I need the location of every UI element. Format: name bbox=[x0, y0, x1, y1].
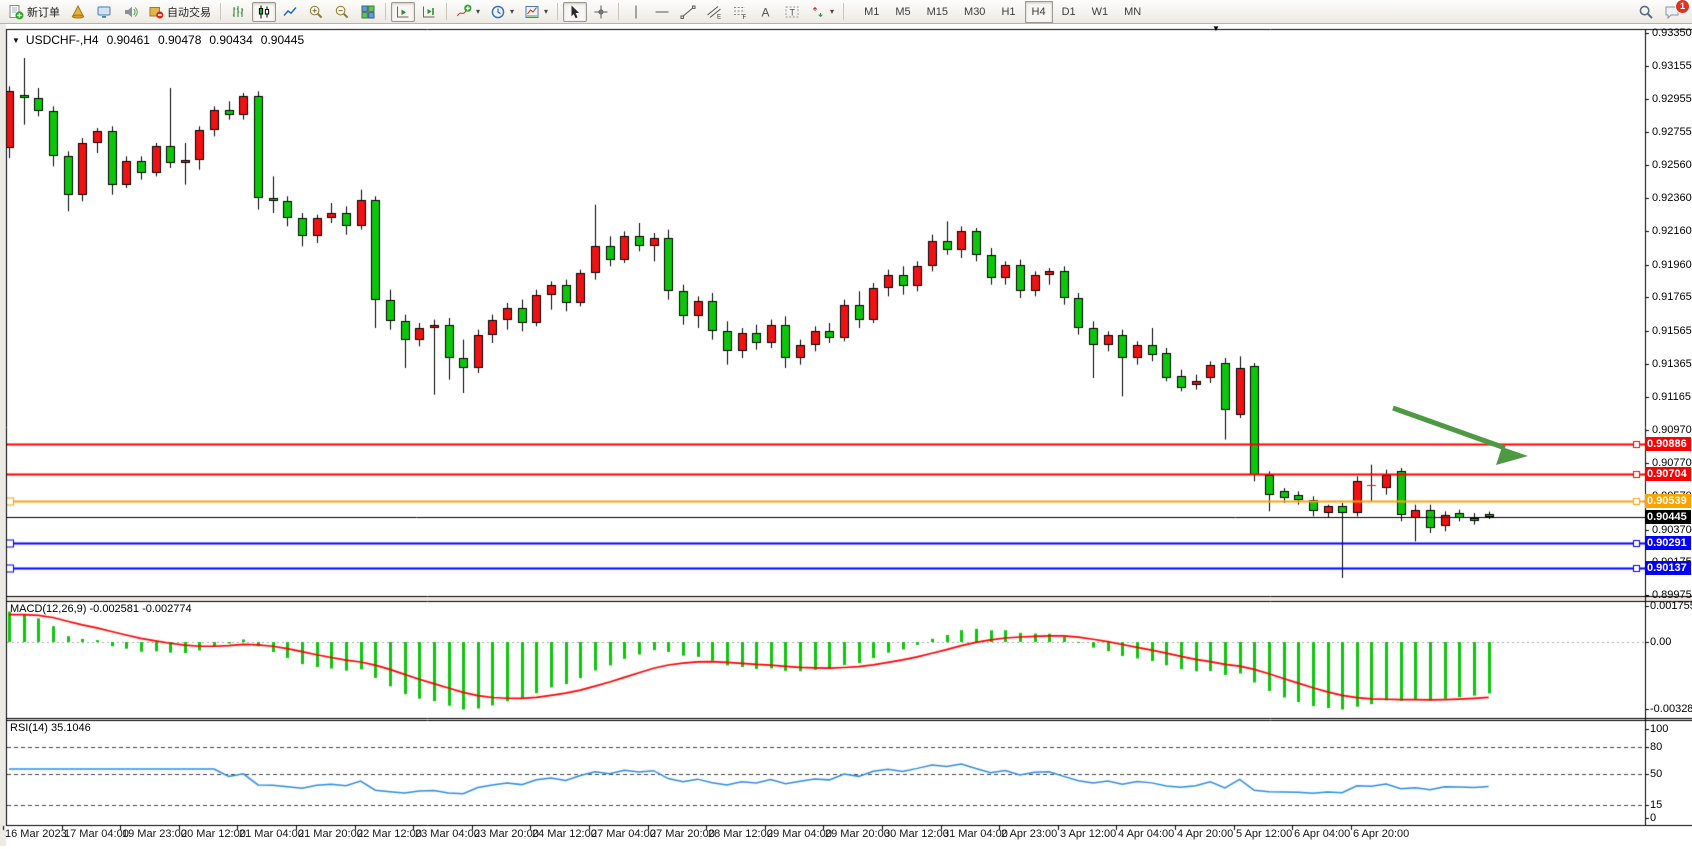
timeframe-button-H1[interactable]: H1 bbox=[994, 1, 1022, 23]
timeframe-button-H4[interactable]: H4 bbox=[1025, 1, 1053, 23]
main-toolbar: 新订单 自动交易 bbox=[0, 0, 1692, 24]
timeframe-group: M1M5M15M30H1H4D1W1MN bbox=[856, 1, 1149, 23]
notifications-button[interactable]: 1 bbox=[1660, 2, 1685, 22]
tile-windows-icon bbox=[360, 4, 376, 20]
bar-chart-button[interactable] bbox=[226, 2, 250, 22]
trendline-icon bbox=[680, 4, 696, 20]
search-icon bbox=[1638, 4, 1654, 20]
trendline-button[interactable] bbox=[676, 2, 700, 22]
new-order-icon bbox=[8, 4, 24, 20]
chevron-down-icon: ▾ bbox=[510, 7, 514, 16]
bar-chart-icon bbox=[230, 4, 246, 20]
chart-dropdown-icon: ▼ bbox=[12, 36, 20, 45]
toolbar-separator bbox=[557, 3, 558, 20]
timeframe-button-M5[interactable]: M5 bbox=[888, 1, 917, 23]
template-icon bbox=[524, 4, 540, 20]
zoom-out-button[interactable] bbox=[330, 2, 354, 22]
price-axis[interactable] bbox=[1645, 29, 1692, 825]
vertical-line-button[interactable] bbox=[624, 2, 648, 22]
autotrading-button[interactable]: 自动交易 bbox=[144, 2, 215, 22]
autotrading-label: 自动交易 bbox=[167, 4, 211, 20]
cursor-button[interactable] bbox=[563, 2, 587, 22]
arrows-button[interactable]: ▾ bbox=[806, 2, 838, 22]
terminal-icon bbox=[96, 4, 112, 20]
svg-text:T: T bbox=[790, 7, 796, 17]
channel-button[interactable]: E bbox=[702, 2, 726, 22]
horizontal-line-icon bbox=[654, 4, 670, 20]
new-order-button[interactable]: 新订单 bbox=[4, 2, 64, 22]
line-chart-button[interactable] bbox=[278, 2, 302, 22]
text-button[interactable]: A bbox=[754, 2, 778, 22]
chart-scroll-marker[interactable]: ▼ bbox=[1212, 24, 1220, 33]
timeframe-button-M1[interactable]: M1 bbox=[857, 1, 886, 23]
funds-button[interactable] bbox=[66, 2, 90, 22]
macd-label: MACD(12,26,9) -0.002581 -0.002774 bbox=[10, 603, 192, 615]
toolbar-separator bbox=[843, 3, 844, 20]
rsi-label: RSI(14) 35.1046 bbox=[10, 722, 91, 734]
timeframe-button-W1[interactable]: W1 bbox=[1085, 1, 1116, 23]
new-order-label: 新订单 bbox=[27, 4, 60, 20]
autotrading-icon bbox=[148, 4, 164, 20]
chart-title[interactable]: ▼ USDCHF-,H4 0.90461 0.90478 0.90434 0.9… bbox=[12, 33, 304, 47]
text-label-icon: T bbox=[784, 4, 800, 20]
svg-text:E: E bbox=[717, 14, 721, 20]
chart-symbol-period: USDCHF-,H4 bbox=[26, 33, 99, 47]
cursor-icon bbox=[567, 4, 583, 20]
candlestick-chart-button[interactable] bbox=[252, 2, 276, 22]
zoom-out-icon bbox=[334, 4, 350, 20]
vertical-line-icon bbox=[628, 4, 644, 20]
horizontal-line-button[interactable] bbox=[650, 2, 674, 22]
chart-shift-button[interactable] bbox=[417, 2, 441, 22]
trend-arrow[interactable] bbox=[1383, 398, 1553, 478]
svg-text:A: A bbox=[762, 5, 770, 19]
ohlc-low: 0.90434 bbox=[209, 33, 252, 47]
fibonacci-icon: F bbox=[732, 4, 748, 20]
toolbar-separator bbox=[220, 3, 221, 20]
text-icon: A bbox=[758, 4, 774, 20]
chevron-down-icon: ▾ bbox=[476, 7, 480, 16]
chevron-down-icon: ▾ bbox=[544, 7, 548, 16]
zoom-in-icon bbox=[308, 4, 324, 20]
search-button[interactable] bbox=[1634, 2, 1658, 22]
arrows-icon bbox=[810, 4, 826, 20]
add-indicator-button[interactable]: ▾ bbox=[452, 2, 484, 22]
channel-icon: E bbox=[706, 4, 722, 20]
auto-scroll-button[interactable] bbox=[391, 2, 415, 22]
svg-text:F: F bbox=[743, 15, 747, 20]
sound-button[interactable] bbox=[118, 2, 142, 22]
candlestick-chart-icon bbox=[256, 4, 272, 20]
chart-shift-icon bbox=[421, 4, 437, 20]
add-indicator-icon bbox=[456, 4, 472, 20]
chevron-down-icon: ▾ bbox=[830, 7, 834, 16]
timeframe-button-M15[interactable]: M15 bbox=[920, 1, 955, 23]
ohlc-open: 0.90461 bbox=[107, 33, 150, 47]
crosshair-icon bbox=[593, 4, 609, 20]
toolbar-separator bbox=[618, 3, 619, 20]
period-button[interactable]: ▾ bbox=[486, 2, 518, 22]
timeframe-button-M30[interactable]: M30 bbox=[957, 1, 992, 23]
crosshair-button[interactable] bbox=[589, 2, 613, 22]
clock-icon bbox=[490, 4, 506, 20]
notification-badge: 1 bbox=[1675, 0, 1690, 14]
tile-windows-button[interactable] bbox=[356, 2, 380, 22]
fibonacci-button[interactable]: F bbox=[728, 2, 752, 22]
gold-cone-icon bbox=[70, 4, 86, 20]
ohlc-close: 0.90445 bbox=[261, 33, 304, 47]
zoom-in-button[interactable] bbox=[304, 2, 328, 22]
time-axis[interactable] bbox=[0, 826, 1645, 846]
ohlc-high: 0.90478 bbox=[158, 33, 201, 47]
terminal-button[interactable] bbox=[92, 2, 116, 22]
toolbar-separator bbox=[385, 3, 386, 20]
sound-icon bbox=[122, 4, 138, 20]
toolbar-separator bbox=[446, 3, 447, 20]
text-label-button[interactable]: T bbox=[780, 2, 804, 22]
timeframe-button-D1[interactable]: D1 bbox=[1055, 1, 1083, 23]
timeframe-button-MN[interactable]: MN bbox=[1117, 1, 1148, 23]
template-button[interactable]: ▾ bbox=[520, 2, 552, 22]
auto-scroll-icon bbox=[395, 4, 411, 20]
line-chart-icon bbox=[282, 4, 298, 20]
